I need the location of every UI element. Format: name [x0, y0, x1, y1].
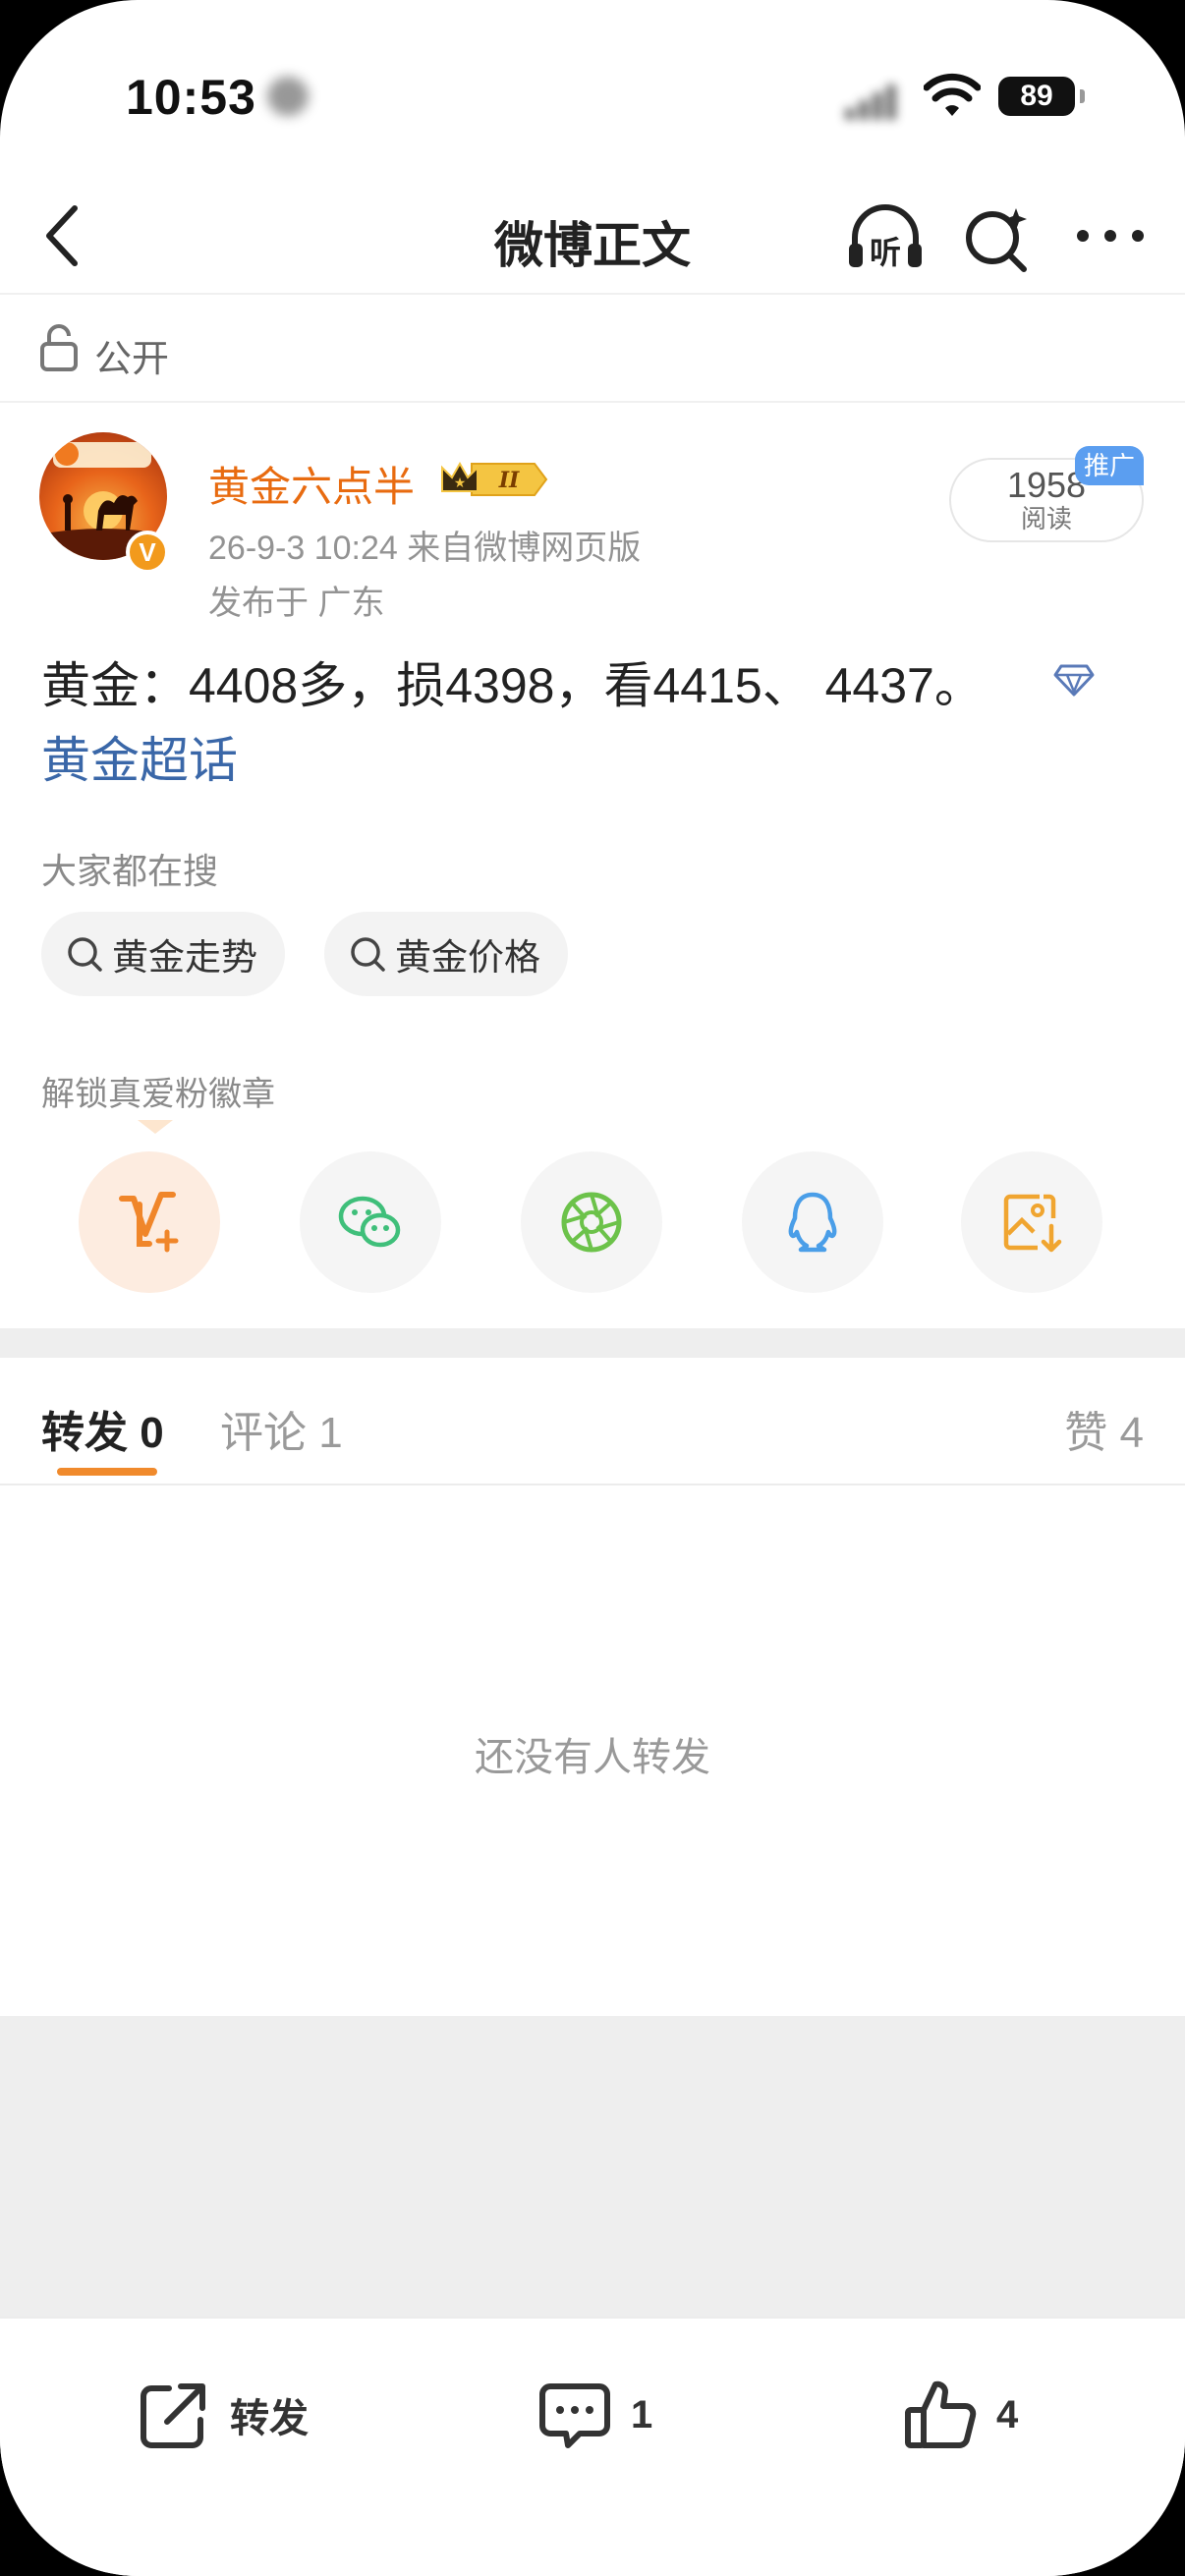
search-chip-gold-price[interactable]: 黄金价格 [324, 912, 568, 996]
tab-reposts[interactable]: 转发 0 [41, 1397, 164, 1460]
post-text: 黄金：4408多，损4398，看4415、 4437。 [41, 658, 984, 713]
read-count-label: 阅读 [1020, 504, 1072, 533]
share-moments-button[interactable] [521, 1151, 662, 1293]
post-location: 发布于 广东 [208, 585, 385, 622]
share-vip-add-button[interactable] [79, 1151, 220, 1293]
like-count: 4 [996, 2392, 1019, 2436]
nav-bar: 微博正文 听 [0, 177, 1185, 295]
unlock-pointer [138, 1120, 173, 1134]
diamond-icon[interactable] [1053, 662, 1095, 698]
promo-badge: 推广 [1075, 446, 1144, 485]
status-bar: 10:53 89 [0, 0, 1185, 167]
post-time-source: 26-9-3 10:24 来自微博网页版 [208, 530, 642, 567]
svg-text:★: ★ [454, 476, 467, 491]
share-save-image-button[interactable] [961, 1151, 1102, 1293]
search-chip-label: 黄金价格 [395, 937, 540, 978]
wifi-icon [924, 73, 981, 116]
share-arrow-icon [141, 2383, 205, 2448]
qq-icon [788, 1192, 837, 1253]
search-icon [351, 937, 385, 972]
section-divider [0, 1328, 1185, 1358]
empty-reposts-message: 还没有人转发 [475, 1736, 710, 1779]
author-name[interactable]: 黄金六点半 [208, 454, 415, 514]
visibility-label: 公开 [94, 339, 170, 380]
unlock-fan-badge-heading: 解锁真爱粉徽章 [41, 1076, 275, 1113]
verified-badge-icon: V [126, 531, 169, 574]
comment-count: 1 [631, 2392, 653, 2436]
moments-icon [561, 1192, 622, 1253]
unlocked-lock-icon [40, 324, 78, 371]
vip-add-icon [119, 1192, 179, 1253]
search-chip-gold-trend[interactable]: 黄金走势 [41, 912, 285, 996]
tab-likes[interactable]: 赞 4 [1064, 1397, 1144, 1460]
interaction-tabs: 转发 0 评论 1 赞 4 [0, 1358, 1185, 1485]
listen-headphones-icon[interactable]: 听 [845, 198, 926, 277]
tab-comments[interactable]: 评论 1 [220, 1397, 343, 1460]
phone-screen: 10:53 89 微博正文 听 公开 V 黄金六点半 ★ II 26-9-3 1… [0, 0, 1185, 2576]
share-wechat-button[interactable] [300, 1151, 441, 1293]
comment-bubble-icon [539, 2383, 610, 2448]
trending-search-heading: 大家都在搜 [41, 851, 219, 891]
search-icon [68, 937, 102, 972]
notification-bell-icon [267, 77, 309, 116]
bottom-action-bar: 转发 1 4 [0, 2317, 1185, 2576]
cellular-signal-icon [845, 81, 900, 120]
wechat-icon [338, 1196, 401, 1248]
repost-button[interactable]: 转发 [136, 2374, 309, 2456]
more-options-icon[interactable] [1071, 216, 1150, 255]
topic-link[interactable]: 黄金超话 [41, 721, 238, 792]
visibility-row[interactable]: 公开 [0, 297, 1185, 403]
thumbs-up-icon [905, 2380, 977, 2448]
share-qq-button[interactable] [742, 1151, 883, 1293]
comment-button[interactable]: 1 [536, 2374, 652, 2456]
vip-crown-badge-icon[interactable]: ★ II [438, 458, 552, 501]
repost-button-label: 转发 [230, 2397, 309, 2440]
status-time: 10:53 [126, 70, 256, 125]
search-icon[interactable] [961, 198, 1032, 277]
tab-active-indicator [57, 1468, 157, 1476]
search-chip-label: 黄金走势 [112, 937, 257, 978]
empty-gray-area [0, 2016, 1185, 2317]
like-button[interactable]: 4 [902, 2374, 1018, 2456]
save-image-icon [1003, 1194, 1062, 1253]
listen-icon-text: 听 [870, 234, 901, 271]
vip-level: II [498, 468, 520, 493]
battery-indicator: 89 [998, 77, 1085, 116]
